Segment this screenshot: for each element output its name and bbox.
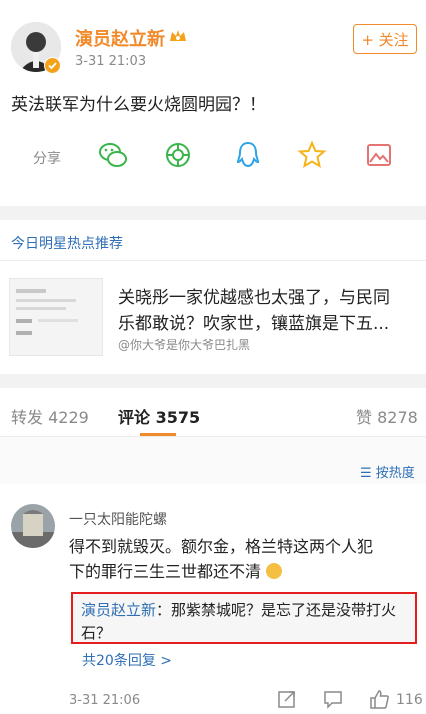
reply-author[interactable]: 演员赵立新 (81, 601, 156, 619)
tab-comment-count: 3575 (155, 408, 201, 427)
tab-repost-count: 4229 (48, 408, 89, 427)
vip-crown-icon (168, 27, 188, 45)
follow-button[interactable]: + 关注 (353, 24, 417, 54)
view-replies-link[interactable]: 共20条回复 > (82, 650, 172, 670)
qzone-star-icon[interactable] (297, 140, 327, 170)
tab-like[interactable]: 赞 8278 (356, 404, 418, 428)
comment-text-line2-text: 下的罪行三生三世都还不清 (69, 562, 262, 581)
verified-badge (44, 57, 61, 74)
comment-text-line1: 得不到就毁灭。额尔金，格兰特这两个人犯 (69, 537, 374, 556)
tab-comment[interactable]: 评论 3575 (118, 404, 200, 428)
comment-text-line2: 下的罪行三生三世都还不清 (69, 558, 283, 582)
post-body: 英法联军为什么要火烧圆明园？！ (11, 95, 266, 115)
hot-headline-line2[interactable]: 乐都敢说？吹家世，镶蓝旗是下五... (118, 309, 389, 334)
verified-check-icon (48, 62, 57, 70)
hot-thumbnail[interactable] (9, 278, 103, 356)
reply-text-line1: ：那紫禁城呢？是忘了还是没带打火 (156, 601, 397, 619)
tab-repost[interactable]: 转发 4229 (11, 404, 89, 428)
article-thumbnail-icon (16, 289, 78, 335)
section-divider-2 (0, 374, 426, 388)
share-label: 分享 (33, 151, 61, 167)
image-share-icon[interactable] (364, 140, 394, 170)
commenter-portrait-icon (11, 504, 55, 548)
commenter-avatar[interactable] (11, 504, 55, 548)
reply-preview-box[interactable]: 演员赵立新：那紫禁城呢？是忘了还是没带打火 石？ (71, 592, 417, 644)
forward-icon[interactable] (276, 688, 298, 710)
hot-source[interactable]: @你大爷是你大爷巴扎黑 (118, 336, 250, 353)
hot-divider (0, 260, 426, 261)
sort-lines-icon: ☰ (360, 466, 372, 481)
reply-icon[interactable] (322, 688, 344, 710)
moments-icon[interactable] (163, 140, 193, 170)
section-divider (0, 206, 426, 220)
comment-like-count: 116 (396, 692, 423, 708)
qq-icon[interactable] (233, 140, 263, 170)
reply-text-line2: 石？ (81, 624, 112, 642)
tab-comment-label: 评论 (118, 408, 151, 427)
hot-headline-line1[interactable]: 关晓彤一家优越感也太强了，与民同 (118, 283, 390, 308)
hot-section-title[interactable]: 今日明星热点推荐 (11, 233, 123, 253)
post-timestamp: 3-31 21:03 (75, 54, 147, 69)
sad-emoji-icon (266, 563, 283, 579)
author-name[interactable]: 演员赵立新 (75, 25, 165, 51)
sort-toggle[interactable]: ☰ 按热度 (360, 462, 415, 481)
reply-line1: 演员赵立新：那紫禁城呢？是忘了还是没带打火 (81, 599, 396, 620)
wechat-icon[interactable] (98, 140, 128, 170)
commenter-name[interactable]: 一只太阳能陀螺 (69, 509, 167, 529)
tab-like-label: 赞 (356, 408, 373, 427)
like-thumb-icon[interactable] (368, 688, 390, 710)
sort-label: 按热度 (375, 466, 415, 481)
tab-repost-label: 转发 (11, 408, 44, 427)
comment-timestamp: 3-31 21:06 (69, 693, 141, 708)
tab-like-count: 8278 (377, 408, 418, 427)
